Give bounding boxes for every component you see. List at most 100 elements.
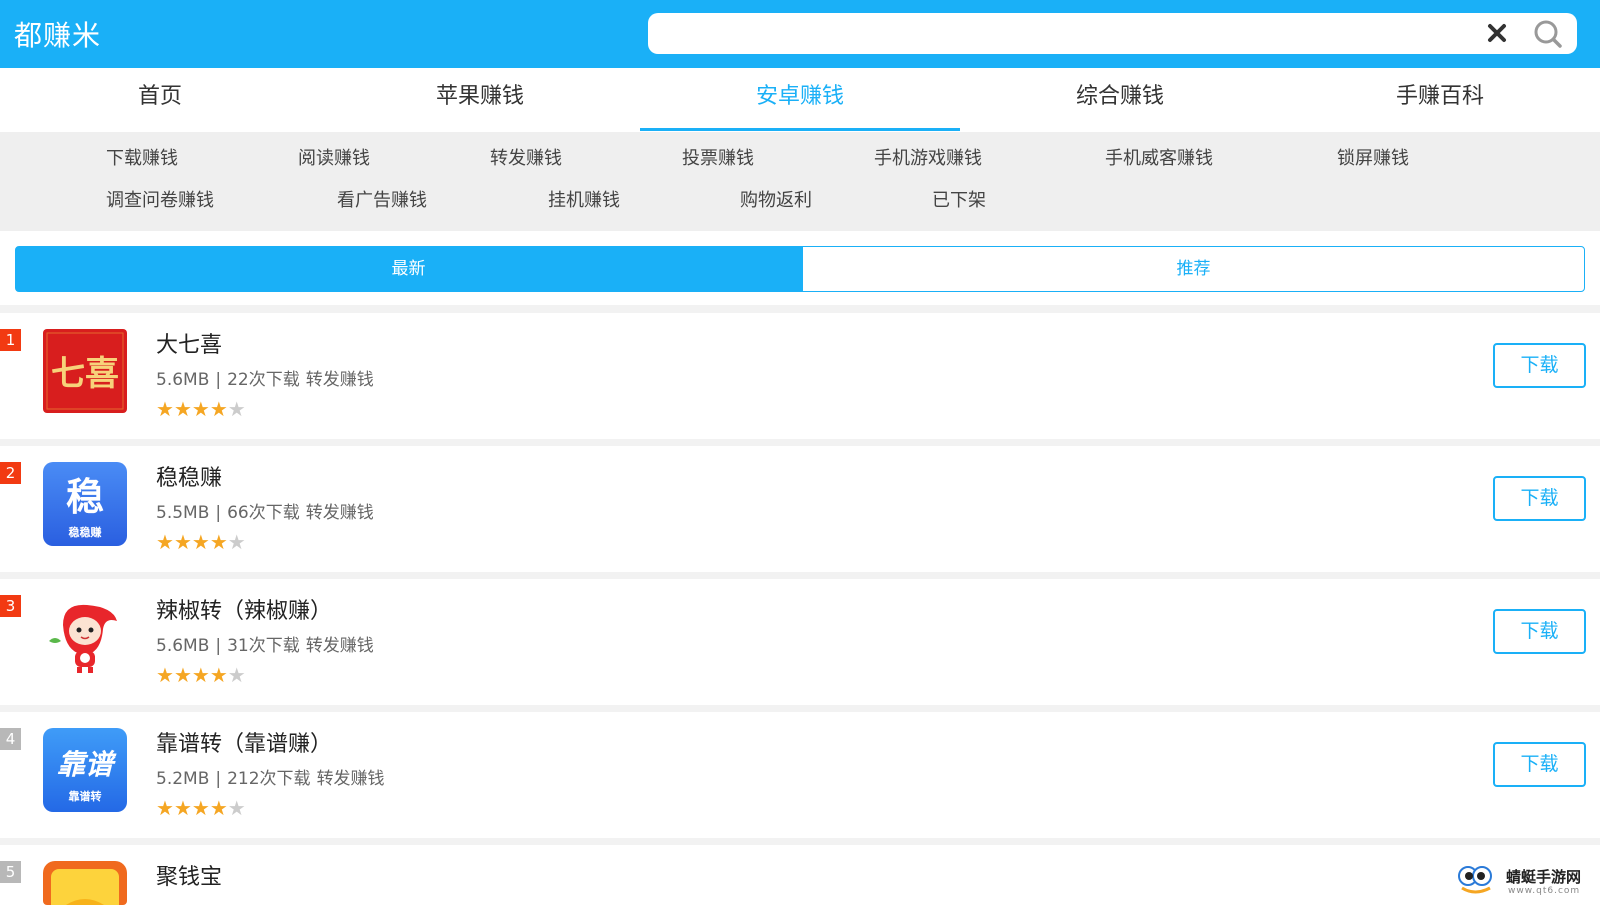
tab-apple[interactable]: 苹果赚钱 bbox=[320, 68, 640, 132]
app-downloads: 22次下载 bbox=[227, 370, 300, 390]
qixi-icon: 七喜 bbox=[43, 329, 127, 413]
list-item[interactable]: 4 靠谱 靠谱转 靠谱转（靠谱赚） 5.2MB | 212次下载 转发赚钱 ★★★★★… bbox=[0, 712, 1600, 838]
app-name[interactable]: 聚钱宝 bbox=[156, 859, 222, 891]
subcat-forward[interactable]: 转发赚钱 bbox=[490, 144, 562, 170]
watermark: 蜻蜓手游网 www.qt6.com bbox=[1452, 860, 1600, 900]
rank-badge: 4 bbox=[0, 728, 21, 750]
subcat-idle[interactable]: 挂机赚钱 bbox=[548, 186, 620, 212]
star-filled-icon: ★ bbox=[156, 530, 174, 554]
list-item[interactable]: 2 稳 稳稳赚 稳稳赚 5.5MB | 66次下载 转发赚钱 ★★★★★ 下载 bbox=[0, 446, 1600, 572]
subcat-lockscreen[interactable]: 锁屏赚钱 bbox=[1337, 144, 1409, 170]
wenwenzhuan-icon: 稳 稳稳赚 bbox=[43, 462, 127, 546]
star-filled-icon: ★ bbox=[191, 796, 210, 820]
star-filled-icon: ★ bbox=[173, 796, 192, 820]
rank-badge: 1 bbox=[0, 329, 21, 351]
dragonfly-logo-icon bbox=[1458, 866, 1492, 894]
app-category: 转发赚钱 bbox=[305, 636, 374, 656]
list-item[interactable]: 3 辣椒转（辣椒赚） 5.6MB | 31次下载 转发赚钱 ★★★★★ 下载 bbox=[0, 579, 1600, 705]
chili-mascot-icon bbox=[43, 595, 127, 679]
subcat-shopping-rebate[interactable]: 购物返利 bbox=[740, 186, 812, 212]
rank-badge: 2 bbox=[0, 462, 21, 484]
list-item[interactable]: 1 七喜 大七喜 5.6MB | 22次下载 转发赚钱 ★★★★★ 下载 bbox=[0, 313, 1600, 439]
tab-home[interactable]: 首页 bbox=[0, 68, 320, 132]
subcat-delisted[interactable]: 已下架 bbox=[932, 186, 986, 212]
star-filled-icon: ★ bbox=[209, 796, 228, 820]
close-icon[interactable] bbox=[1483, 19, 1511, 47]
star-empty-icon: ★ bbox=[227, 397, 246, 421]
tab-encyclopedia[interactable]: 手赚百科 bbox=[1280, 68, 1600, 132]
kaopuzhuan-icon: 靠谱 靠谱转 bbox=[43, 728, 127, 812]
list-item[interactable]: 5 聚钱宝 bbox=[0, 845, 1600, 905]
app-name[interactable]: 大七喜 bbox=[156, 327, 222, 359]
app-downloads: 212次下载 bbox=[227, 769, 311, 789]
app-logo[interactable]: 都赚米 bbox=[14, 14, 101, 54]
subcat-mobile-witkey[interactable]: 手机威客赚钱 bbox=[1105, 144, 1213, 170]
star-empty-icon: ★ bbox=[227, 796, 246, 820]
subcategory-bar: 下载赚钱 阅读赚钱 转发赚钱 投票赚钱 手机游戏赚钱 手机威客赚钱 锁屏赚钱 调… bbox=[0, 132, 1600, 231]
app-name[interactable]: 辣椒转（辣椒赚） bbox=[156, 593, 332, 625]
app-category: 转发赚钱 bbox=[316, 769, 385, 789]
star-filled-icon: ★ bbox=[173, 397, 192, 421]
watermark-text: 蜻蜓手游网 bbox=[1506, 868, 1582, 886]
star-rating: ★★★★★ bbox=[156, 397, 246, 421]
search-input[interactable] bbox=[662, 19, 1482, 48]
download-button[interactable]: 下载 bbox=[1493, 742, 1586, 787]
download-button[interactable]: 下载 bbox=[1493, 476, 1586, 521]
subcat-ads[interactable]: 看广告赚钱 bbox=[337, 186, 427, 212]
star-filled-icon: ★ bbox=[209, 397, 228, 421]
app-size: 5.6MB bbox=[156, 636, 210, 656]
star-filled-icon: ★ bbox=[191, 397, 210, 421]
app-meta: 5.2MB | 212次下载 转发赚钱 bbox=[156, 769, 385, 789]
app-downloads: 31次下载 bbox=[227, 636, 300, 656]
kaopuzhuan-icon-subtext: 靠谱转 bbox=[69, 789, 102, 803]
app-size: 5.5MB bbox=[156, 503, 210, 523]
app-size: 5.6MB bbox=[156, 370, 210, 390]
qixi-icon-text: 七喜 bbox=[51, 354, 119, 394]
search-box[interactable] bbox=[648, 13, 1577, 54]
app-meta: 5.6MB | 22次下载 转发赚钱 bbox=[156, 370, 374, 390]
wenwenzhuan-icon-text: 稳 bbox=[66, 475, 104, 519]
subcat-vote[interactable]: 投票赚钱 bbox=[682, 144, 754, 170]
subcat-reading[interactable]: 阅读赚钱 bbox=[298, 144, 370, 170]
main-tabs: 首页 苹果赚钱 安卓赚钱 综合赚钱 手赚百科 bbox=[0, 68, 1600, 132]
star-filled-icon: ★ bbox=[173, 530, 192, 554]
tab-comprehensive[interactable]: 综合赚钱 bbox=[960, 68, 1280, 132]
app-name[interactable]: 稳稳赚 bbox=[156, 460, 222, 492]
star-filled-icon: ★ bbox=[156, 397, 174, 421]
app-meta: 5.5MB | 66次下载 转发赚钱 bbox=[156, 503, 374, 523]
star-filled-icon: ★ bbox=[191, 663, 210, 687]
juqianbao-icon bbox=[43, 861, 127, 905]
sort-recommended-button[interactable]: 推荐 bbox=[802, 246, 1585, 292]
star-filled-icon: ★ bbox=[209, 530, 228, 554]
watermark-url: www.qt6.com bbox=[1508, 886, 1581, 896]
app-size: 5.2MB bbox=[156, 769, 210, 789]
star-filled-icon: ★ bbox=[191, 530, 210, 554]
subcat-download[interactable]: 下载赚钱 bbox=[106, 144, 178, 170]
sort-toggle: 最新 推荐 bbox=[0, 231, 1600, 305]
star-rating: ★★★★★ bbox=[156, 796, 246, 820]
star-filled-icon: ★ bbox=[209, 663, 228, 687]
subcat-survey[interactable]: 调查问卷赚钱 bbox=[106, 186, 214, 212]
star-filled-icon: ★ bbox=[156, 663, 174, 687]
star-filled-icon: ★ bbox=[156, 796, 174, 820]
subcat-mobile-game[interactable]: 手机游戏赚钱 bbox=[874, 144, 982, 170]
download-button[interactable]: 下载 bbox=[1493, 343, 1586, 388]
app-name[interactable]: 靠谱转（靠谱赚） bbox=[156, 726, 332, 758]
app-category: 转发赚钱 bbox=[305, 370, 374, 390]
kaopuzhuan-icon-text: 靠谱 bbox=[57, 748, 117, 781]
app-category: 转发赚钱 bbox=[305, 503, 374, 523]
app-meta: 5.6MB | 31次下载 转发赚钱 bbox=[156, 636, 374, 656]
app-downloads: 66次下载 bbox=[227, 503, 300, 523]
sort-newest-button[interactable]: 最新 bbox=[15, 246, 802, 292]
download-button[interactable]: 下载 bbox=[1493, 609, 1586, 654]
rank-badge: 3 bbox=[0, 595, 21, 617]
star-empty-icon: ★ bbox=[227, 530, 246, 554]
search-icon[interactable] bbox=[1533, 19, 1563, 49]
app-header: 都赚米 bbox=[0, 0, 1600, 68]
star-rating: ★★★★★ bbox=[156, 530, 246, 554]
tab-android[interactable]: 安卓赚钱 bbox=[640, 68, 960, 132]
star-filled-icon: ★ bbox=[173, 663, 192, 687]
star-rating: ★★★★★ bbox=[156, 663, 246, 687]
wenwenzhuan-icon-subtext: 稳稳赚 bbox=[69, 525, 102, 539]
rank-badge: 5 bbox=[0, 861, 21, 883]
